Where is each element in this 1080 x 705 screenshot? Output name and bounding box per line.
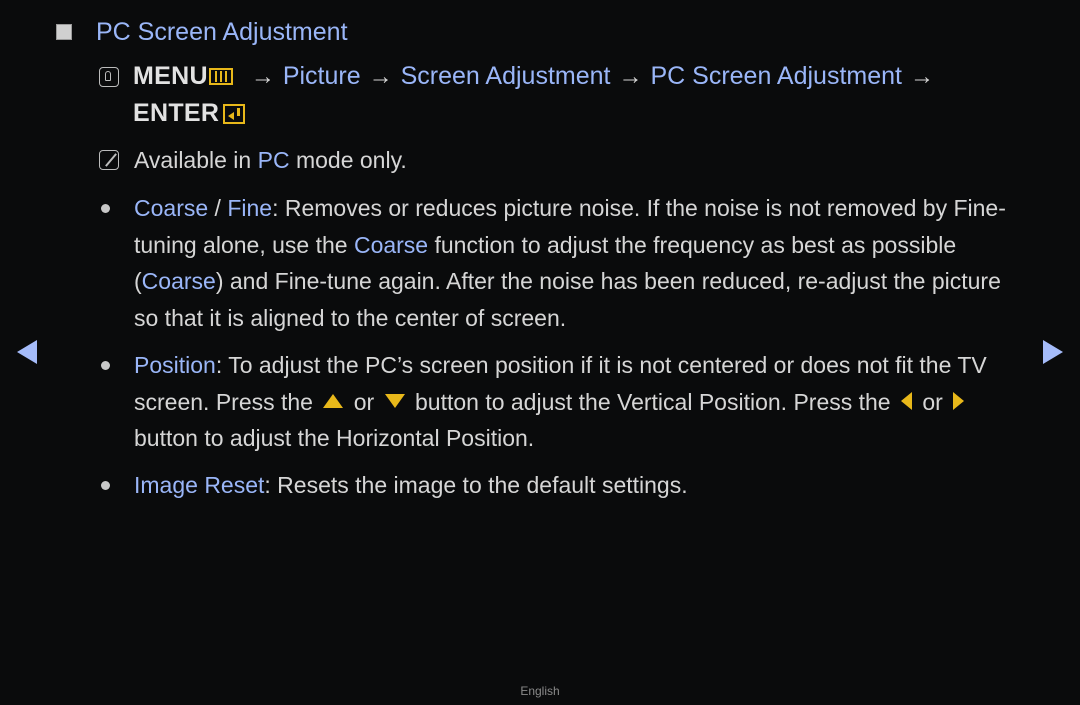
- path-arrow: →: [618, 63, 643, 90]
- down-button-icon: [384, 394, 405, 409]
- bullet-text: Position: To adjust the PC’s screen posi…: [134, 347, 1014, 457]
- previous-page-arrow-icon[interactable]: [17, 340, 37, 364]
- highlight-keyword: Coarse: [134, 195, 209, 221]
- highlight-keyword: Fine: [227, 195, 273, 221]
- note-icon: [99, 150, 119, 170]
- menu-path: MENU → Picture → Screen Adjustment → PC …: [99, 58, 1019, 132]
- note-highlight: PC: [257, 146, 290, 173]
- highlight-keyword: Coarse: [353, 231, 429, 258]
- body-text: : Resets the image to the default settin…: [264, 472, 688, 498]
- path-arrow: →: [909, 63, 934, 90]
- right-button-icon: [953, 392, 965, 411]
- enter-icon: [223, 103, 246, 124]
- bullet-dot-icon: [101, 481, 110, 490]
- next-page-arrow-icon[interactable]: [1043, 340, 1063, 364]
- path-step-screen-adjustment: Screen Adjustment: [400, 62, 611, 90]
- highlight-keyword: Image Reset: [134, 472, 265, 498]
- body-text: button to adjust the Horizontal Position…: [134, 425, 535, 451]
- body-text: or: [347, 388, 381, 415]
- section-title: PC Screen Adjustment: [96, 17, 348, 46]
- enter-keyword: ENTER: [133, 99, 220, 127]
- left-button-icon: [900, 392, 912, 411]
- body-text: ) and Fine-tune again. After the noise h…: [134, 268, 1001, 331]
- path-step-picture: Picture: [282, 62, 361, 90]
- square-bullet-icon: [56, 24, 72, 40]
- note: Available in PC mode only.: [99, 143, 407, 177]
- highlight-keyword: Position: [134, 352, 216, 378]
- bullet-position: Position: To adjust the PC’s screen posi…: [99, 347, 1019, 457]
- body-text: or: [915, 388, 950, 415]
- bullet-text: Coarse / Fine: Removes or reduces pictur…: [134, 190, 1014, 336]
- bullet-coarse-fine: Coarse / Fine: Removes or reduces pictur…: [99, 190, 1019, 336]
- path-arrow: →: [250, 63, 275, 90]
- menu-icon: [208, 68, 233, 85]
- note-prefix: Available in: [134, 146, 258, 173]
- highlight-keyword: Coarse: [141, 268, 216, 294]
- path-arrow: →: [368, 63, 393, 90]
- footer-language: English: [520, 684, 560, 698]
- bullet-text: Image Reset: Resets the image to the def…: [134, 467, 1014, 504]
- remote-hand-icon: [99, 66, 119, 87]
- body-text: button to adjust the Vertical Position. …: [408, 388, 897, 415]
- bullet-dot-icon: [101, 361, 110, 370]
- bullet-dot-icon: [101, 204, 110, 213]
- section-heading: PC Screen Adjustment: [56, 15, 348, 49]
- body-text: /: [208, 195, 228, 221]
- path-step-pc-screen-adjustment: PC Screen Adjustment: [650, 62, 902, 90]
- up-button-icon: [323, 394, 344, 409]
- bullet-image-reset: Image Reset: Resets the image to the def…: [99, 467, 1019, 504]
- menu-keyword: MENU: [133, 62, 208, 90]
- note-suffix: mode only.: [289, 146, 407, 173]
